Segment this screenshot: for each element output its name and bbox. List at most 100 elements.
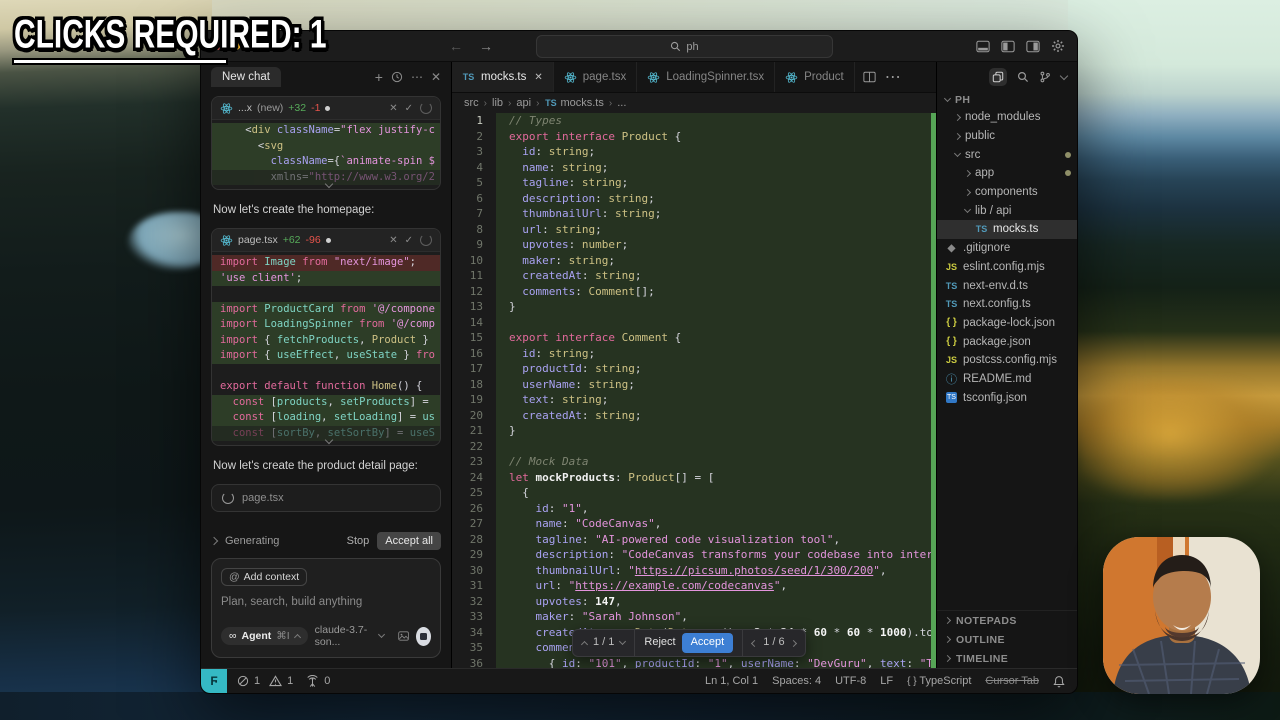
close-tab-icon[interactable]: ✕: [534, 72, 542, 83]
chat-messages[interactable]: ...x(new)+32-1✕✓ <div className="flex ju…: [201, 92, 451, 528]
add-context-chip[interactable]: @ Add context: [221, 568, 307, 586]
cursor-position[interactable]: Ln 1, Col 1: [705, 675, 758, 687]
file-tree-item-lib-api[interactable]: lib / api: [937, 201, 1077, 220]
file-tree-item-package-json[interactable]: { }package.json: [937, 332, 1077, 351]
diff-nav[interactable]: 1 / 1: [573, 630, 634, 656]
generation-status-row: Generating Stop Accept all: [211, 528, 441, 554]
history-icon[interactable]: [391, 71, 403, 83]
breadcrumb-item[interactable]: TS mocks.ts: [544, 97, 603, 109]
back-icon[interactable]: ←: [449, 38, 463, 54]
editor-tab-product[interactable]: Product: [775, 62, 855, 92]
toggle-sidebar-icon[interactable]: [1001, 40, 1015, 53]
file-tree-item-app[interactable]: app: [937, 164, 1077, 183]
code-token: id: [509, 502, 549, 515]
accept-button[interactable]: Accept: [682, 633, 734, 654]
file-tree-item-src[interactable]: src: [937, 145, 1077, 164]
code-token: ,: [359, 334, 372, 346]
agent-mode-selector[interactable]: ∞ Agent ⌘I: [221, 627, 308, 645]
file-tree-item--gitignore[interactable]: ◆.gitignore: [937, 239, 1077, 258]
breadcrumb-item[interactable]: ...: [617, 97, 626, 109]
split-editor-icon[interactable]: [863, 71, 876, 83]
breadcrumb[interactable]: src›lib›api›TS mocks.ts›...: [452, 93, 936, 113]
accept-changes-icon[interactable]: ✓: [405, 235, 413, 246]
more-actions-icon[interactable]: ⋯: [411, 70, 423, 84]
code-block-body: import Image from "next/image";'use clie…: [212, 252, 440, 445]
code-line-content: createdAt: string;: [496, 268, 936, 284]
code-token: // Mock Data: [509, 455, 588, 468]
file-pager[interactable]: 1 / 6: [742, 630, 804, 656]
breadcrumb-item[interactable]: api: [516, 97, 531, 109]
chevron-up-icon[interactable]: [581, 641, 588, 648]
remote-indicator[interactable]: Ϝ: [201, 669, 227, 693]
settings-gear-icon[interactable]: [1051, 39, 1065, 53]
pending-file-chip[interactable]: page.tsx: [211, 484, 441, 512]
language-mode[interactable]: { } TypeScript: [907, 675, 971, 687]
stop-generation-button[interactable]: [416, 627, 431, 646]
chat-code-block-page[interactable]: page.tsx+62-96✕✓import Image from "next/…: [211, 228, 441, 446]
file-tree-item-tsconfig-json[interactable]: TStsconfig.json: [937, 388, 1077, 407]
file-tree-item-mocks-ts[interactable]: TSmocks.ts: [937, 220, 1077, 239]
line-number: 7: [452, 206, 496, 222]
toggle-panel-icon[interactable]: [976, 40, 990, 53]
chevron-down-icon[interactable]: [1060, 71, 1068, 79]
editor-tab-mocks-ts[interactable]: TSmocks.ts✕: [452, 62, 554, 92]
accept-all-button[interactable]: Accept all: [377, 532, 441, 550]
new-chat-icon[interactable]: +: [375, 69, 383, 85]
search-icon[interactable]: [1017, 71, 1029, 83]
file-tree-item-postcss-config-mjs[interactable]: JSpostcss.config.mjs: [937, 351, 1077, 370]
code-token: ;: [602, 393, 609, 406]
code-line: 10 maker: string;: [452, 253, 936, 269]
file-tree-item-node_modules[interactable]: node_modules: [937, 108, 1077, 127]
cursor-tab-toggle[interactable]: Cursor Tab: [985, 675, 1039, 687]
file-tree-item-public[interactable]: public: [937, 127, 1077, 146]
chat-code-block-spinner[interactable]: ...x(new)+32-1✕✓ <div className="flex ju…: [211, 96, 441, 190]
chevron-down-icon[interactable]: [619, 638, 626, 645]
notifications-bell-icon[interactable]: [1053, 675, 1065, 688]
expand-icon[interactable]: [210, 537, 218, 545]
stop-button[interactable]: Stop: [347, 535, 370, 547]
copy-icon[interactable]: [989, 68, 1007, 86]
editor-tab-loadingspinner-tsx[interactable]: LoadingSpinner.tsx: [637, 62, 775, 92]
chevron-left-icon[interactable]: [751, 639, 758, 646]
sidebar-section-timeline[interactable]: TIMELINE: [937, 649, 1077, 668]
chat-input-box[interactable]: @ Add context Plan, search, build anythi…: [211, 558, 441, 658]
chat-input-placeholder[interactable]: Plan, search, build anything: [221, 596, 431, 608]
file-tree-item-next-config-ts[interactable]: TSnext.config.ts: [937, 295, 1077, 314]
project-root-row[interactable]: PH: [937, 92, 1077, 108]
line-number: 33: [452, 609, 496, 625]
code-editor[interactable]: 1// Types2export interface Product {3 id…: [452, 113, 936, 668]
problems-indicator[interactable]: 1 1 0: [237, 675, 330, 687]
breadcrumb-item[interactable]: src: [464, 97, 479, 109]
code-token: name: [509, 517, 562, 530]
git-branch-icon[interactable]: [1039, 71, 1051, 83]
eol[interactable]: LF: [880, 675, 893, 687]
file-tree-item-readme-md[interactable]: ⓘREADME.md: [937, 370, 1077, 389]
file-tree-item-components[interactable]: components: [937, 183, 1077, 202]
forward-icon[interactable]: →: [479, 38, 493, 54]
code-token: Image: [264, 256, 302, 268]
indentation[interactable]: Spaces: 4: [772, 675, 821, 687]
reject-changes-icon[interactable]: ✕: [389, 235, 397, 246]
editor-tab-page-tsx[interactable]: page.tsx: [554, 62, 637, 92]
model-selector[interactable]: claude-3.7-son...: [315, 624, 384, 648]
chat-tab[interactable]: New chat: [211, 67, 281, 87]
attach-image-icon[interactable]: [398, 630, 409, 642]
refresh-icon[interactable]: [420, 234, 432, 246]
file-tree-item-eslint-config-mjs[interactable]: JSeslint.config.mjs: [937, 258, 1077, 277]
file-tree-item-package-lock-json[interactable]: { }package-lock.json: [937, 314, 1077, 333]
toggle-secondary-sidebar-icon[interactable]: [1026, 40, 1040, 53]
reject-button[interactable]: Reject: [644, 635, 675, 651]
more-tabs-icon[interactable]: ⋯: [885, 67, 901, 87]
encoding[interactable]: UTF-8: [835, 675, 866, 687]
sidebar-section-notepads[interactable]: NOTEPADS: [937, 611, 1077, 630]
file-tree-item-next-env-d-ts[interactable]: TSnext-env.d.ts: [937, 276, 1077, 295]
code-line-content: }: [496, 423, 936, 439]
command-search-input[interactable]: ph: [536, 35, 833, 58]
chevron-right-icon[interactable]: [790, 639, 797, 646]
reject-changes-icon[interactable]: ✕: [389, 103, 397, 114]
accept-changes-icon[interactable]: ✓: [405, 103, 413, 114]
refresh-icon[interactable]: [420, 102, 432, 114]
breadcrumb-item[interactable]: lib: [492, 97, 503, 109]
sidebar-section-outline[interactable]: OUTLINE: [937, 630, 1077, 649]
close-panel-icon[interactable]: ✕: [431, 70, 441, 84]
